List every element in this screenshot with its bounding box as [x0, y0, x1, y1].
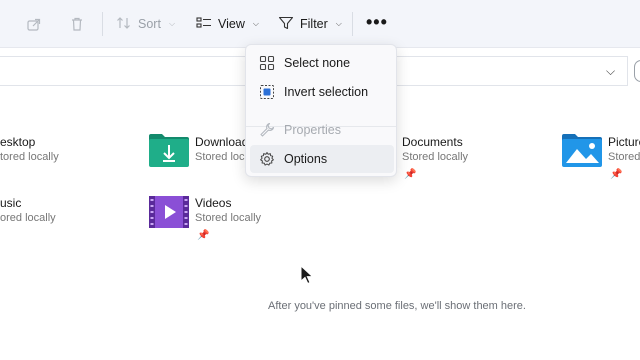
pictures-folder-icon [562, 133, 602, 167]
filter-label: Filter [300, 17, 328, 31]
mouse-cursor [300, 264, 314, 290]
menu-item-properties[interactable]: Properties [250, 116, 394, 144]
see-more-menu: Select none Invert selection Properties … [245, 44, 397, 177]
quick-access-pictures[interactable]: Picture Stored 📌 [562, 133, 640, 189]
tile-status: Stored locally [402, 151, 469, 163]
view-icon [196, 16, 212, 33]
tile-status: Stored loc [195, 151, 245, 163]
gear-icon [255, 149, 279, 169]
see-more-button[interactable]: ••• [366, 13, 388, 31]
sort-button[interactable]: Sort ⌵ [116, 12, 175, 36]
refresh-icon[interactable] [634, 60, 640, 82]
quick-access-desktop[interactable]: esktop tored locally [0, 133, 104, 189]
menu-item-invert-selection[interactable]: Invert selection [250, 78, 394, 106]
menu-item-label: Invert selection [284, 85, 369, 99]
chevron-down-icon[interactable]: ⌵ [606, 64, 615, 79]
tile-name: esktop [0, 135, 36, 149]
wrench-icon [255, 120, 279, 140]
filter-icon [278, 16, 294, 33]
tile-name: Documents [402, 135, 463, 149]
menu-item-label: Select none [284, 56, 351, 70]
tile-status: tored locally [0, 151, 59, 163]
delete-icon[interactable] [67, 14, 87, 34]
tile-name: Picture [608, 135, 640, 149]
pin-icon: 📌 [610, 169, 623, 180]
select-none-icon [255, 53, 279, 73]
pin-icon: 📌 [404, 169, 417, 180]
tile-status: Stored locally [195, 212, 262, 224]
tile-status: Stored [608, 151, 640, 163]
command-bar: Sort ⌵ View ⌵ Filter ⌵ ••• [0, 0, 640, 48]
pin-icon: 📌 [197, 230, 210, 241]
chevron-down-icon: ⌵ [335, 19, 342, 28]
sort-icon [116, 16, 132, 33]
chevron-down-icon: ⌵ [168, 19, 176, 28]
invert-selection-icon [255, 82, 279, 102]
view-button[interactable]: View ⌵ [196, 12, 259, 36]
toolbar-separator [102, 12, 103, 36]
menu-item-select-none[interactable]: Select none [250, 49, 394, 77]
empty-state-message: After you've pinned some files, we'll sh… [268, 300, 526, 312]
tile-name: usic [0, 196, 22, 210]
share-icon[interactable] [24, 14, 44, 34]
quick-access-videos[interactable]: Videos Stored locally 📌 [149, 194, 299, 250]
toolbar-separator [352, 12, 353, 36]
downloads-folder-icon [149, 133, 189, 167]
menu-item-label: Options [284, 152, 328, 166]
filter-button[interactable]: Filter ⌵ [278, 12, 342, 36]
menu-item-label: Properties [284, 123, 341, 137]
videos-folder-icon [149, 194, 189, 228]
tile-name: Download [195, 135, 249, 149]
view-label: View [218, 17, 245, 31]
tile-name: Videos [195, 196, 232, 210]
quick-access-music[interactable]: usic ored locally [0, 194, 104, 250]
chevron-down-icon: ⌵ [252, 19, 259, 28]
menu-item-options[interactable]: Options [250, 145, 394, 173]
tile-status: ored locally [0, 212, 56, 224]
sort-label: Sort [138, 17, 161, 31]
